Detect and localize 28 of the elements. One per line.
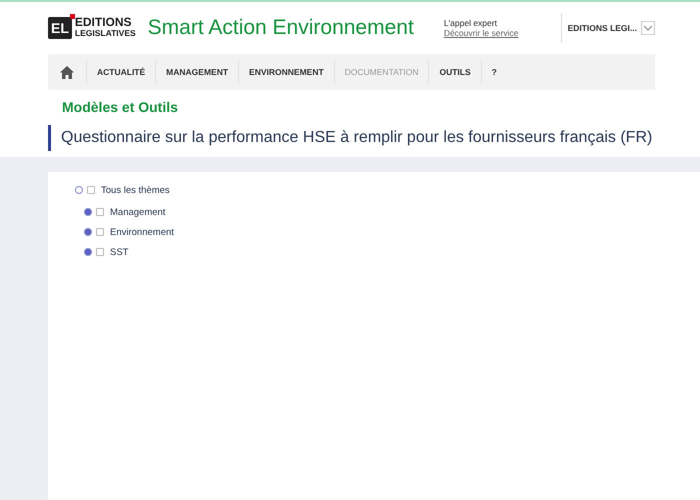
- logo-text: LEGISLATIVES: [74, 28, 136, 38]
- chevron-down-icon: [643, 24, 653, 30]
- tree-item[interactable]: Environnement: [110, 226, 174, 238]
- checkbox[interactable]: [96, 228, 104, 236]
- checkbox[interactable]: [87, 186, 95, 194]
- account-name: EDITIONS LEGI...: [568, 22, 637, 32]
- site-title: Smart Action Environnement: [148, 16, 414, 40]
- tree-item[interactable]: SST: [110, 246, 128, 258]
- nav-tab[interactable]: ?: [482, 60, 507, 84]
- toggle-icon[interactable]: [75, 186, 83, 194]
- service-link[interactable]: Découvrir le service: [444, 28, 518, 38]
- page-title: Questionnaire sur la performance HSE à remplir pour les fournisseurs français (FR): [48, 125, 655, 151]
- toggle-icon[interactable]: [84, 208, 92, 216]
- expert-label: L'appel expert: [444, 18, 498, 28]
- checkbox[interactable]: [96, 208, 104, 216]
- nav-tab[interactable]: ENVIRONNEMENT: [239, 60, 335, 84]
- dropdown-button[interactable]: [641, 20, 655, 34]
- section-title: Modèles et Outils: [61, 98, 179, 115]
- logo-mark: EL: [48, 16, 72, 38]
- logo-text: EDITIONS: [74, 16, 133, 28]
- toggle-icon[interactable]: [84, 248, 92, 256]
- nav-tab[interactable]: ACTUALITÉ: [87, 60, 156, 84]
- checkbox[interactable]: [96, 248, 104, 256]
- tree-item[interactable]: Tous les thèmes: [101, 184, 170, 196]
- nav-tab[interactable]: OUTILS: [429, 60, 482, 84]
- nav-tab[interactable]: MANAGEMENT: [156, 60, 240, 84]
- toggle-icon[interactable]: [84, 228, 92, 236]
- tree-item[interactable]: Management: [110, 206, 166, 218]
